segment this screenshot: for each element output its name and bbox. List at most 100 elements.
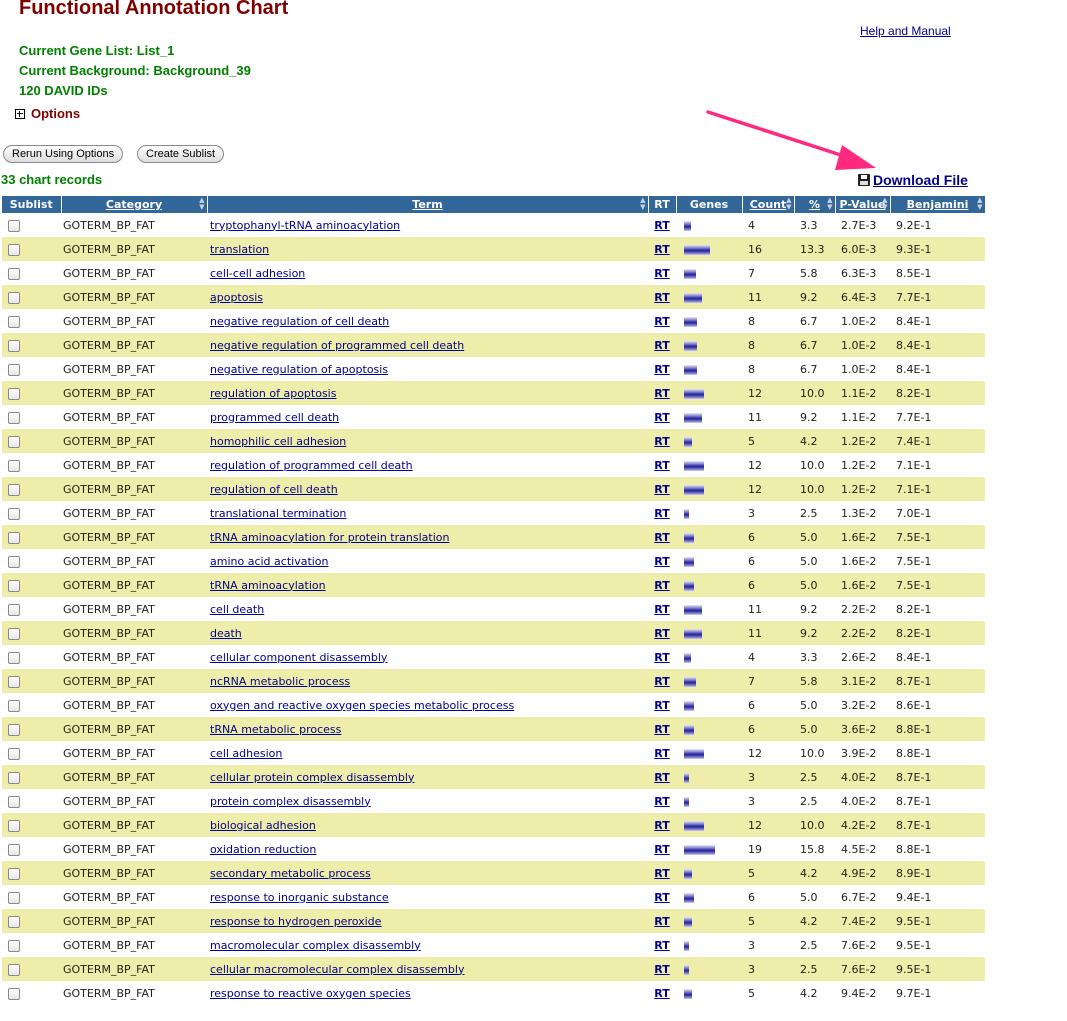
genes-bar[interactable] xyxy=(684,268,696,279)
term-link[interactable]: oxidation reduction xyxy=(210,843,316,856)
rt-link[interactable]: RT xyxy=(654,939,669,952)
term-link[interactable]: macromolecular complex disassembly xyxy=(210,939,421,952)
rt-link[interactable]: RT xyxy=(654,387,669,400)
sublist-checkbox[interactable] xyxy=(8,219,20,232)
genes-bar[interactable] xyxy=(684,244,710,255)
rt-link[interactable]: RT xyxy=(654,915,669,928)
genes-bar[interactable] xyxy=(684,316,697,327)
sublist-checkbox[interactable] xyxy=(8,723,20,736)
sublist-checkbox[interactable] xyxy=(8,843,20,856)
rt-link[interactable]: RT xyxy=(654,483,669,496)
genes-bar[interactable] xyxy=(684,388,704,399)
rt-link[interactable]: RT xyxy=(654,699,669,712)
genes-bar[interactable] xyxy=(684,532,694,543)
header-count[interactable]: Count ▲ ▼ xyxy=(742,196,795,213)
rt-link[interactable]: RT xyxy=(654,771,669,784)
genes-bar[interactable] xyxy=(684,556,694,567)
genes-bar[interactable] xyxy=(684,676,696,687)
sublist-checkbox[interactable] xyxy=(8,915,20,928)
genes-bar[interactable] xyxy=(684,844,715,855)
rt-link[interactable]: RT xyxy=(654,723,669,736)
sublist-checkbox[interactable] xyxy=(8,747,20,760)
header-pvalue[interactable]: P-Value ▲ ▼ xyxy=(835,196,891,213)
sublist-checkbox[interactable] xyxy=(8,603,20,616)
genes-bar[interactable] xyxy=(684,868,692,879)
header-percent[interactable]: % ▲ ▼ xyxy=(794,196,836,213)
rt-link[interactable]: RT xyxy=(654,651,669,664)
rt-link[interactable]: RT xyxy=(654,243,669,256)
sort-arrows-icon[interactable]: ▲ ▼ xyxy=(640,197,645,211)
create-sublist-button[interactable]: Create Sublist xyxy=(137,145,225,163)
sublist-checkbox[interactable] xyxy=(8,531,20,544)
rt-link[interactable]: RT xyxy=(654,843,669,856)
genes-bar[interactable] xyxy=(684,964,689,975)
genes-bar[interactable] xyxy=(684,580,694,591)
sublist-checkbox[interactable] xyxy=(8,675,20,688)
sublist-checkbox[interactable] xyxy=(8,483,20,496)
rt-link[interactable]: RT xyxy=(654,891,669,904)
sublist-checkbox[interactable] xyxy=(8,627,20,640)
rt-link[interactable]: RT xyxy=(654,459,669,472)
rt-link[interactable]: RT xyxy=(654,531,669,544)
sublist-checkbox[interactable] xyxy=(8,459,20,472)
rt-link[interactable]: RT xyxy=(654,507,669,520)
term-link[interactable]: regulation of apoptosis xyxy=(210,387,336,400)
sublist-checkbox[interactable] xyxy=(8,579,20,592)
sublist-checkbox[interactable] xyxy=(8,819,20,832)
rt-link[interactable]: RT xyxy=(654,747,669,760)
header-term[interactable]: Term ▲ ▼ xyxy=(207,196,649,213)
sublist-checkbox[interactable] xyxy=(8,651,20,664)
header-benjamini[interactable]: Benjamini ▲ ▼ xyxy=(890,196,986,213)
term-link[interactable]: response to reactive oxygen species xyxy=(210,987,411,1000)
sublist-checkbox[interactable] xyxy=(8,267,20,280)
genes-bar[interactable] xyxy=(684,772,689,783)
sort-arrows-icon[interactable]: ▲ ▼ xyxy=(977,197,982,211)
expand-plus-icon[interactable] xyxy=(15,108,25,119)
term-link[interactable]: tRNA aminoacylation xyxy=(210,579,326,592)
term-link[interactable]: regulation of cell death xyxy=(210,483,338,496)
sublist-checkbox[interactable] xyxy=(8,771,20,784)
term-link[interactable]: programmed cell death xyxy=(210,411,339,424)
sort-arrows-icon[interactable]: ▲ ▼ xyxy=(786,197,791,211)
term-link[interactable]: cell adhesion xyxy=(210,747,282,760)
rt-link[interactable]: RT xyxy=(654,819,669,832)
download-file-link[interactable]: Download File xyxy=(858,172,968,188)
genes-bar[interactable] xyxy=(684,220,691,231)
term-link[interactable]: tryptophanyl-tRNA aminoacylation xyxy=(210,219,400,232)
genes-bar[interactable] xyxy=(684,796,689,807)
term-link[interactable]: apoptosis xyxy=(210,291,263,304)
genes-bar[interactable] xyxy=(684,892,694,903)
rt-link[interactable]: RT xyxy=(654,987,669,1000)
term-link[interactable]: regulation of programmed cell death xyxy=(210,459,413,472)
sublist-checkbox[interactable] xyxy=(8,291,20,304)
genes-bar[interactable] xyxy=(684,412,702,423)
term-link[interactable]: response to hydrogen peroxide xyxy=(210,915,381,928)
term-link[interactable]: cellular protein complex disassembly xyxy=(210,771,414,784)
header-category[interactable]: Category ▲ ▼ xyxy=(61,196,208,213)
genes-bar[interactable] xyxy=(684,940,689,951)
term-link[interactable]: cell death xyxy=(210,603,264,616)
genes-bar[interactable] xyxy=(684,508,689,519)
genes-bar[interactable] xyxy=(684,748,704,759)
genes-bar[interactable] xyxy=(684,916,692,927)
genes-bar[interactable] xyxy=(684,724,694,735)
term-link[interactable]: tRNA metabolic process xyxy=(210,723,341,736)
rt-link[interactable]: RT xyxy=(654,315,669,328)
sublist-checkbox[interactable] xyxy=(8,699,20,712)
sublist-checkbox[interactable] xyxy=(8,867,20,880)
sublist-checkbox[interactable] xyxy=(8,435,20,448)
rt-link[interactable]: RT xyxy=(654,867,669,880)
term-link[interactable]: ncRNA metabolic process xyxy=(210,675,350,688)
download-file-label[interactable]: Download File xyxy=(873,172,968,188)
term-link[interactable]: negative regulation of programmed cell d… xyxy=(210,339,464,352)
rt-link[interactable]: RT xyxy=(654,339,669,352)
sublist-checkbox[interactable] xyxy=(8,339,20,352)
sublist-checkbox[interactable] xyxy=(8,939,20,952)
genes-bar[interactable] xyxy=(684,820,704,831)
genes-bar[interactable] xyxy=(684,628,702,639)
sublist-checkbox[interactable] xyxy=(8,387,20,400)
rt-link[interactable]: RT xyxy=(654,411,669,424)
term-link[interactable]: tRNA aminoacylation for protein translat… xyxy=(210,531,449,544)
term-link[interactable]: death xyxy=(210,627,242,640)
genes-bar[interactable] xyxy=(684,364,697,375)
